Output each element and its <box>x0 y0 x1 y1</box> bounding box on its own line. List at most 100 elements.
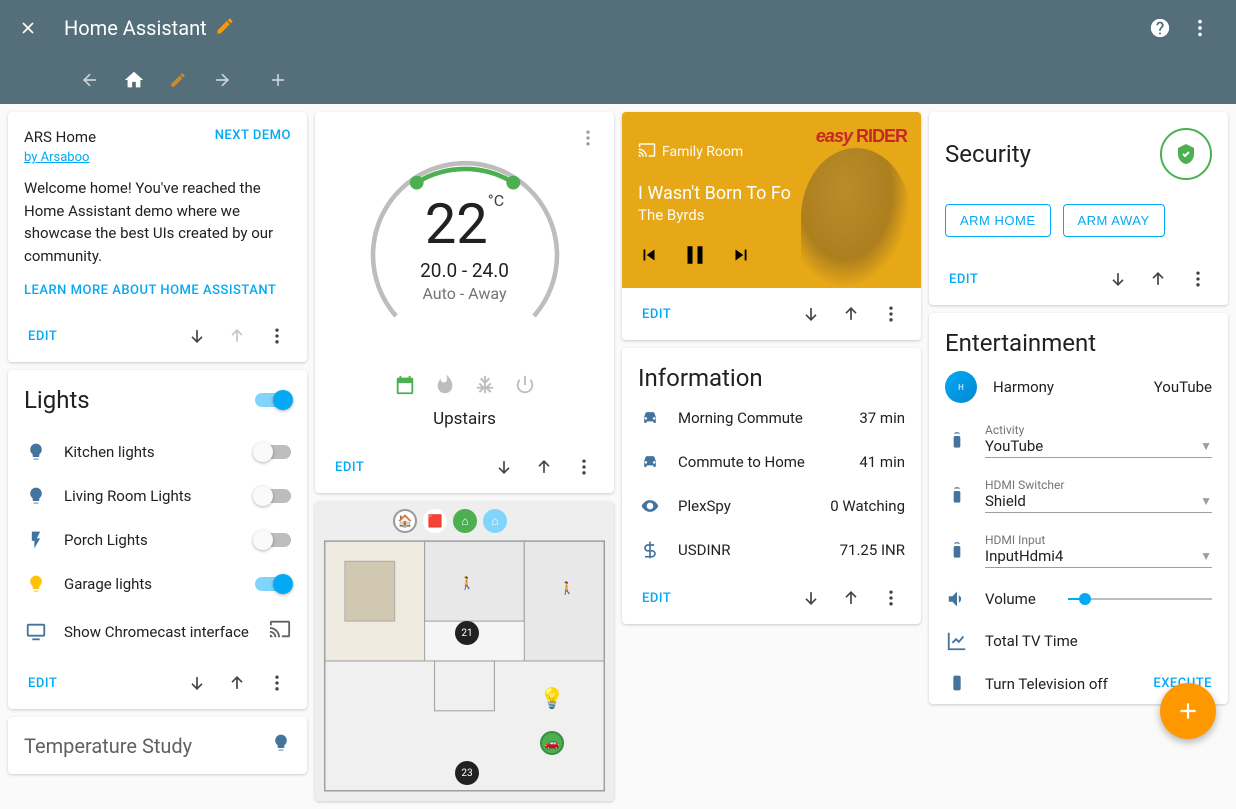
info-label: PlexSpy <box>678 497 814 515</box>
light-toggle[interactable] <box>255 533 291 547</box>
move-up-icon[interactable] <box>833 296 869 332</box>
edit-button[interactable]: EDIT <box>20 323 65 350</box>
select-dropdown[interactable]: YouTube ▼ <box>985 437 1212 458</box>
info-row[interactable]: PlexSpy 0 Watching <box>622 484 921 528</box>
entertainment-select-row: Activity YouTube ▼ <box>929 413 1228 468</box>
light-toggle[interactable] <box>255 445 291 459</box>
column-1: ARS Home by Arsaboo NEXT DEMO Welcome ho… <box>8 112 307 774</box>
learn-more-link[interactable]: LEARN MORE ABOUT HOME ASSISTANT <box>24 283 276 298</box>
move-down-icon[interactable] <box>486 449 522 485</box>
edit-button[interactable]: EDIT <box>20 670 65 697</box>
skip-next-icon[interactable] <box>730 244 752 270</box>
kebab-menu-icon[interactable] <box>1180 8 1220 48</box>
tab-bar <box>0 56 1236 104</box>
move-up-icon[interactable] <box>833 580 869 616</box>
thermostat-badge[interactable]: 21 <box>455 621 479 645</box>
volume-icon <box>945 588 969 610</box>
car-icon <box>638 452 662 472</box>
skip-previous-icon[interactable] <box>638 244 660 270</box>
move-up-icon[interactable] <box>219 665 255 701</box>
lights-master-toggle[interactable] <box>255 393 291 407</box>
floorplan-card[interactable]: 🏠 🟥 ⌂ ⌂ 🚶 🚶 21 💡 🚗 23 <box>315 501 614 801</box>
card-menu-icon[interactable] <box>873 296 909 332</box>
power-icon[interactable] <box>514 374 536 401</box>
move-down-icon[interactable] <box>179 318 215 354</box>
security-title: Security <box>945 140 1031 168</box>
remote-icon <box>945 541 969 561</box>
person-icon: 🚶 <box>455 571 479 595</box>
info-row[interactable]: USDINR 71.25 INR <box>622 528 921 572</box>
move-up-icon[interactable] <box>526 449 562 485</box>
nav-back-icon[interactable] <box>72 62 108 98</box>
chart-line-icon <box>945 630 969 652</box>
lights-card: Lights Kitchen lights Living Room Lights… <box>8 370 307 709</box>
snowflake-icon[interactable] <box>474 374 496 401</box>
select-dropdown[interactable]: InputHdmi4 ▼ <box>985 547 1212 568</box>
edit-button[interactable]: EDIT <box>634 585 679 612</box>
arm-home-button[interactable]: ARM HOME <box>945 204 1051 237</box>
nav-forward-icon[interactable] <box>204 62 240 98</box>
card-menu-icon[interactable] <box>259 665 295 701</box>
light-label: Garage lights <box>64 575 239 593</box>
light-toggle[interactable] <box>255 577 291 591</box>
light-row: Kitchen lights <box>8 430 307 474</box>
arm-away-button[interactable]: ARM AWAY <box>1063 204 1165 237</box>
info-value: 71.25 INR <box>840 541 905 559</box>
next-demo-button[interactable]: NEXT DEMO <box>215 128 291 143</box>
volume-slider[interactable] <box>1068 598 1212 600</box>
close-icon[interactable] <box>16 16 40 40</box>
move-down-icon[interactable] <box>793 296 829 332</box>
media-player-card: easy RIDER Family Room I Wasn't Born To … <box>622 112 921 340</box>
calendar-icon[interactable] <box>394 374 416 401</box>
card-menu-icon[interactable] <box>873 580 909 616</box>
cast-icon[interactable] <box>269 618 291 645</box>
welcome-footer: EDIT <box>8 310 307 362</box>
move-up-icon[interactable] <box>1140 261 1176 297</box>
card-menu-icon[interactable] <box>259 318 295 354</box>
author-link[interactable]: by Arsaboo <box>24 150 89 165</box>
thermostat-dial[interactable]: 22°C 20.0 - 24.0 Auto - Away <box>350 132 580 362</box>
move-down-icon[interactable] <box>1100 261 1136 297</box>
person-icon: 🚶 <box>555 576 579 600</box>
select-value: Shield <box>985 492 1026 510</box>
chevron-down-icon: ▼ <box>1200 494 1212 508</box>
add-tab-icon[interactable] <box>260 62 296 98</box>
harmony-row[interactable]: H Harmony YouTube <box>929 361 1228 413</box>
home-tab-icon[interactable] <box>116 62 152 98</box>
entertainment-select-row: HDMI Input InputHdmi4 ▼ <box>929 523 1228 578</box>
media-artist: The Byrds <box>638 206 905 224</box>
floorplan-badge[interactable]: ⌂ <box>483 509 507 533</box>
light-toggle[interactable] <box>255 489 291 503</box>
floorplan-badge[interactable]: 🏠 <box>393 509 417 533</box>
field-label: HDMI Input <box>985 533 1212 547</box>
move-down-icon[interactable] <box>179 665 215 701</box>
light-row: Porch Lights <box>8 518 307 562</box>
floorplan-badge[interactable]: ⌂ <box>453 509 477 533</box>
fire-icon[interactable] <box>434 374 456 401</box>
pause-icon[interactable] <box>680 240 710 274</box>
info-row[interactable]: Commute to Home 41 min <box>622 440 921 484</box>
tv-time-row[interactable]: Total TV Time <box>929 620 1228 662</box>
edit-button[interactable]: EDIT <box>941 266 986 293</box>
card-menu-icon[interactable] <box>566 449 602 485</box>
help-icon[interactable] <box>1140 8 1180 48</box>
bulb-icon[interactable]: 💡 <box>540 686 564 710</box>
column-3: easy RIDER Family Room I Wasn't Born To … <box>622 112 921 624</box>
pencil-icon[interactable] <box>215 16 235 41</box>
floorplan-badge[interactable]: 🟥 <box>423 509 447 533</box>
thermostat-badge[interactable]: 23 <box>455 761 479 785</box>
info-row[interactable]: Morning Commute 37 min <box>622 396 921 440</box>
edit-button[interactable]: EDIT <box>634 301 679 328</box>
move-up-icon <box>219 318 255 354</box>
entertainment-select-row: HDMI Switcher Shield ▼ <box>929 468 1228 523</box>
card-menu-icon[interactable] <box>1180 261 1216 297</box>
select-dropdown[interactable]: Shield ▼ <box>985 492 1212 513</box>
garage-icon[interactable]: 🚗 <box>540 731 564 755</box>
chromecast-row[interactable]: Show Chromecast interface <box>8 606 307 657</box>
edit-button[interactable]: EDIT <box>327 454 372 481</box>
fab-add-button[interactable] <box>1160 683 1216 739</box>
move-down-icon[interactable] <box>793 580 829 616</box>
edit-tab-icon[interactable] <box>160 62 196 98</box>
cast-icon <box>638 141 656 163</box>
thermostat-name: Upstairs <box>315 409 614 441</box>
